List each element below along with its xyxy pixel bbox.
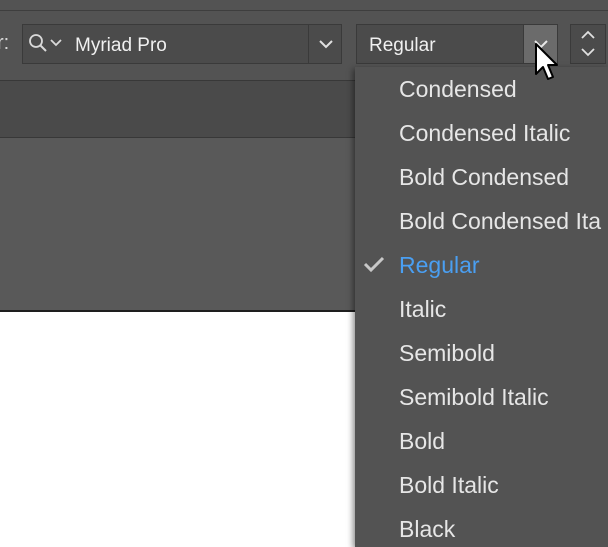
menu-item-label: Condensed: [399, 76, 517, 102]
menu-item-label: Italic: [399, 296, 447, 322]
font-style-field[interactable]: Regular: [356, 24, 558, 64]
menu-item-bold-condensed[interactable]: Bold Condensed: [355, 155, 608, 199]
font-style-menu: Condensed Condensed Italic Bold Condense…: [355, 67, 608, 547]
font-stepper[interactable]: [570, 24, 606, 64]
font-style-value[interactable]: Regular: [369, 35, 436, 57]
menu-item-italic[interactable]: Italic: [355, 287, 608, 331]
menu-item-label: Black: [399, 516, 456, 542]
chevron-down-icon[interactable]: [316, 36, 336, 52]
menu-item-label: Bold: [399, 428, 446, 454]
font-family-field[interactable]: Myriad Pro: [22, 24, 342, 64]
menu-item-regular[interactable]: Regular: [355, 243, 608, 287]
menu-item-label: Condensed Italic: [399, 120, 571, 146]
menu-item-label: Bold Italic: [399, 472, 499, 498]
app-window: r: Myriad Pro Regular Condensed Condense…: [0, 0, 608, 547]
bar-divider: [0, 10, 608, 11]
menu-item-label: Semibold: [399, 340, 495, 366]
field-divider: [308, 25, 309, 63]
menu-item-condensed-italic[interactable]: Condensed Italic: [355, 111, 608, 155]
menu-item-black[interactable]: Black: [355, 507, 608, 547]
menu-item-label: Semibold Italic: [399, 384, 549, 410]
mouse-pointer-icon: [535, 43, 558, 80]
chevron-down-icon[interactable]: [579, 46, 597, 58]
menu-item-condensed[interactable]: Condensed: [355, 67, 608, 111]
menu-item-bold[interactable]: Bold: [355, 419, 608, 463]
menu-item-label: Bold Condensed Ita: [399, 208, 602, 234]
font-family-value[interactable]: Myriad Pro: [75, 35, 167, 57]
menu-item-label: Bold Condensed: [399, 164, 570, 190]
menu-item-bold-condensed-italic[interactable]: Bold Condensed Ita: [355, 199, 608, 243]
menu-item-semibold[interactable]: Semibold: [355, 331, 608, 375]
font-label: r:: [0, 32, 10, 54]
chevron-up-icon[interactable]: [579, 29, 597, 41]
menu-item-label: Regular: [399, 252, 480, 278]
menu-item-semibold-italic[interactable]: Semibold Italic: [355, 375, 608, 419]
checkmark-icon: [363, 255, 385, 278]
search-icon[interactable]: [27, 33, 67, 55]
menu-item-bold-italic[interactable]: Bold Italic: [355, 463, 608, 507]
